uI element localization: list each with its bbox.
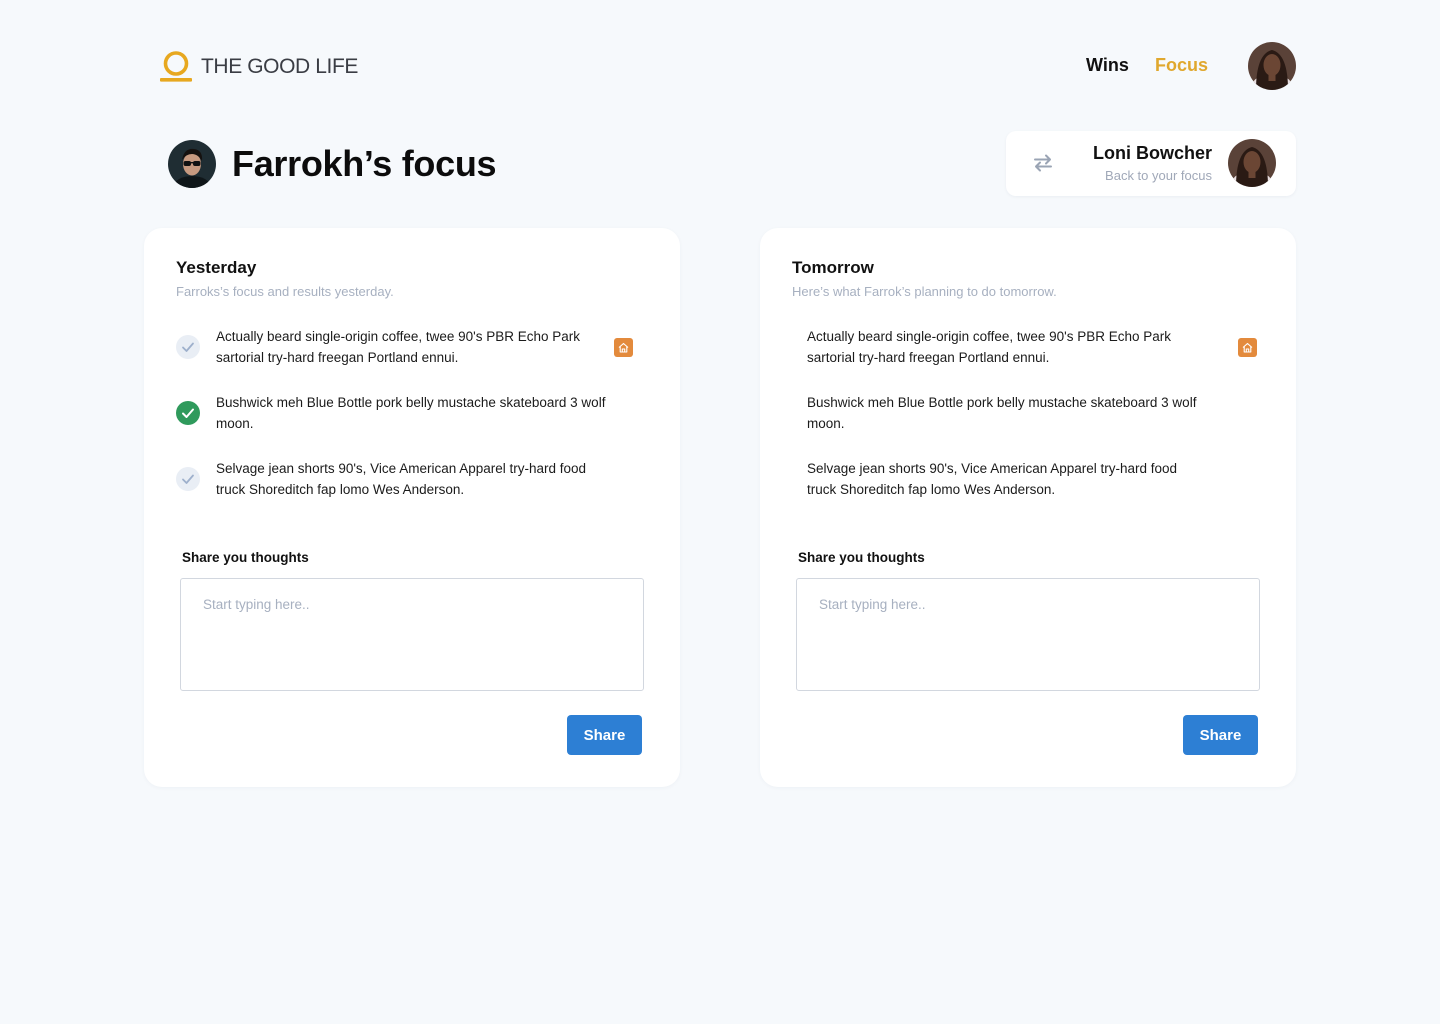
share-button[interactable]: Share (567, 715, 642, 755)
panel-subtitle: Here’s what Farrok’s planning to do tomo… (792, 284, 1057, 299)
top-bar: THE GOOD LIFE Wins Focus (0, 0, 1440, 132)
focus-item-text: Bushwick meh Blue Bottle pork belly must… (216, 395, 606, 431)
yesterday-panel: Yesterday Farroks’s focus and results ye… (144, 228, 680, 787)
check-toggle[interactable] (176, 335, 200, 359)
page-heading: Farrokh’s focus (168, 140, 497, 188)
logo-ring-icon (160, 51, 192, 82)
home-icon[interactable] (614, 338, 633, 357)
panel-subtitle: Farroks’s focus and results yesterday. (176, 284, 394, 299)
thoughts-input[interactable] (180, 578, 644, 691)
swap-arrows-icon (1034, 154, 1052, 172)
thoughts-label: Share you thoughts (798, 550, 925, 565)
focus-item-text: Actually beard single-origin coffee, twe… (216, 329, 581, 365)
switch-user-card[interactable]: Loni Bowcher Back to your focus (1006, 131, 1296, 196)
focus-item-text: Actually beard single-origin coffee, twe… (807, 329, 1172, 365)
page-title: Farrokh’s focus (232, 143, 497, 184)
focus-item-text: Selvage jean shorts 90's, Vice American … (807, 461, 1178, 497)
checkmark-icon (182, 474, 194, 484)
check-toggle[interactable] (176, 467, 200, 491)
focus-item-text: Selvage jean shorts 90's, Vice American … (216, 461, 587, 497)
user-avatar-image (1248, 42, 1296, 90)
switch-user-avatar-image (1228, 139, 1276, 187)
checkmark-icon (182, 342, 194, 352)
focus-owner-avatar-image (168, 140, 216, 188)
home-icon[interactable] (1238, 338, 1257, 357)
panel-title: Yesterday (176, 258, 257, 277)
nav-wins[interactable]: Wins (1086, 55, 1129, 76)
focus-item-text: Bushwick meh Blue Bottle pork belly must… (807, 395, 1197, 431)
focus-owner-avatar (168, 140, 216, 188)
panel-title: Tomorrow (792, 258, 874, 277)
nav-focus[interactable]: Focus (1155, 55, 1208, 76)
brand-name: THE GOOD LIFE (201, 55, 358, 78)
thoughts-input[interactable] (796, 578, 1260, 691)
switch-user-name: Loni Bowcher (1092, 143, 1212, 163)
thoughts-label: Share you thoughts (182, 550, 309, 565)
user-avatar[interactable] (1248, 42, 1296, 90)
home-icon-glyph (618, 342, 629, 353)
check-toggle-done[interactable] (176, 401, 200, 425)
switch-user-avatar (1228, 139, 1276, 187)
home-icon-glyph (1242, 342, 1253, 353)
switch-user-subtitle: Back to your focus (1105, 168, 1212, 183)
brand-logo[interactable]: THE GOOD LIFE (160, 50, 358, 84)
checkmark-icon (182, 408, 194, 418)
tomorrow-panel: Tomorrow Here’s what Farrok’s planning t… (760, 228, 1296, 787)
share-button[interactable]: Share (1183, 715, 1258, 755)
